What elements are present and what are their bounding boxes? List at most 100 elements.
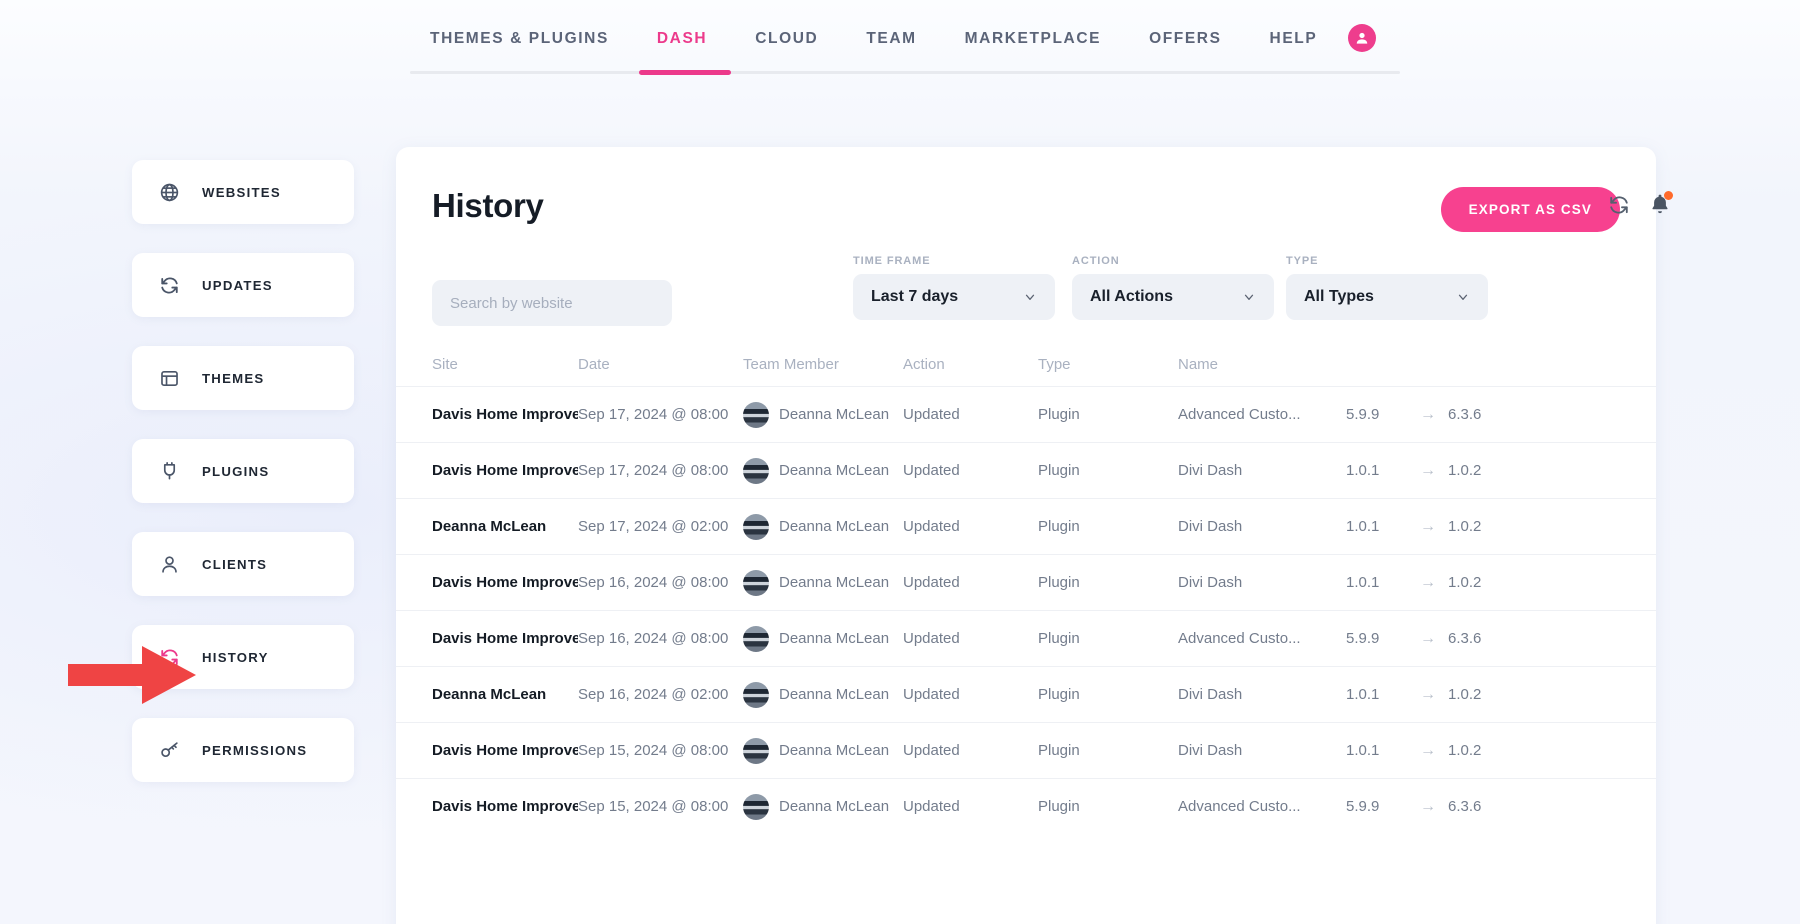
- notification-badge: [1664, 191, 1673, 200]
- table-cell-version-arrow: →: [1408, 686, 1448, 704]
- refresh-icon[interactable]: [1608, 194, 1630, 221]
- table-row[interactable]: Davis Home Improvem...Sep 17, 2024 @ 08:…: [396, 442, 1656, 498]
- table-cell-name: Advanced Custo...: [1178, 406, 1346, 423]
- table-cell-team-member: Deanna McLean: [743, 794, 903, 820]
- top-nav-divider: [410, 71, 1400, 74]
- table-cell-version-to: 1.0.2: [1448, 574, 1508, 591]
- table-cell-type: Plugin: [1038, 686, 1178, 703]
- table-cell-version-arrow: →: [1408, 574, 1448, 592]
- avatar: [743, 570, 769, 596]
- table-row[interactable]: Deanna McLeanSep 17, 2024 @ 02:00Deanna …: [396, 498, 1656, 554]
- plug-icon: [156, 461, 182, 482]
- table-row[interactable]: Davis Home Improvem...Sep 15, 2024 @ 08:…: [396, 722, 1656, 778]
- table-column-header: Team Member: [743, 356, 903, 373]
- table-row[interactable]: Davis Home Improvem...Sep 16, 2024 @ 08:…: [396, 610, 1656, 666]
- table-cell-team-member: Deanna McLean: [743, 514, 903, 540]
- table-column-header: Type: [1038, 356, 1178, 373]
- table-cell-site: Deanna McLean: [408, 686, 578, 703]
- table-cell-team-member: Deanna McLean: [743, 682, 903, 708]
- table-row[interactable]: Deanna McLeanSep 16, 2024 @ 02:00Deanna …: [396, 666, 1656, 722]
- avatar: [743, 626, 769, 652]
- team-member-name: Deanna McLean: [779, 630, 889, 647]
- sidebar-item-updates[interactable]: UPDATES: [132, 253, 354, 317]
- filter-type-select[interactable]: All Types: [1286, 274, 1488, 320]
- table-cell-version-from: 1.0.1: [1346, 574, 1408, 591]
- top-nav-item-themes-plugins[interactable]: THEMES & PLUGINS: [410, 30, 633, 48]
- table-cell-site: Davis Home Improvem...: [408, 742, 578, 759]
- table-cell-type: Plugin: [1038, 518, 1178, 535]
- utility-icon-row: [0, 95, 1800, 135]
- top-nav-item-marketplace[interactable]: MARKETPLACE: [941, 30, 1125, 48]
- table-cell-version-arrow: →: [1408, 406, 1448, 424]
- filter-type-value: All Types: [1304, 288, 1374, 306]
- table-cell-action: Updated: [903, 406, 1038, 423]
- table-row[interactable]: Davis Home Improvem...Sep 15, 2024 @ 08:…: [396, 778, 1656, 834]
- table-cell-version-from: 1.0.1: [1346, 742, 1408, 759]
- filter-action: ACTION All Actions: [1072, 255, 1274, 320]
- history-panel: History EXPORT AS CSV TIME FRAME Last 7 …: [396, 147, 1656, 924]
- sidebar-item-label: THEMES: [202, 371, 264, 386]
- top-nav-items: THEMES & PLUGINSDASHCLOUDTEAMMARKETPLACE…: [410, 0, 1341, 48]
- table-body: Davis Home Improvem...Sep 17, 2024 @ 08:…: [396, 386, 1656, 834]
- table-row[interactable]: Davis Home Improvem...Sep 17, 2024 @ 08:…: [396, 386, 1656, 442]
- table-cell-date: Sep 15, 2024 @ 08:00: [578, 798, 743, 815]
- table-cell-date: Sep 17, 2024 @ 08:00: [578, 462, 743, 479]
- bell-icon[interactable]: [1648, 192, 1672, 221]
- table-cell-team-member: Deanna McLean: [743, 458, 903, 484]
- top-navigation-bar: THEMES & PLUGINSDASHCLOUDTEAMMARKETPLACE…: [0, 0, 1800, 86]
- user-circle-icon[interactable]: [1348, 24, 1376, 52]
- table-row[interactable]: Davis Home Improvem...Sep 16, 2024 @ 08:…: [396, 554, 1656, 610]
- table-cell-date: Sep 16, 2024 @ 08:00: [578, 630, 743, 647]
- top-nav-item-team[interactable]: TEAM: [842, 30, 940, 48]
- table-cell-date: Sep 16, 2024 @ 02:00: [578, 686, 743, 703]
- filter-type-label: TYPE: [1286, 255, 1488, 267]
- table-cell-type: Plugin: [1038, 630, 1178, 647]
- top-nav-item-offers[interactable]: OFFERS: [1125, 30, 1245, 48]
- chevron-down-icon: [1023, 290, 1037, 304]
- avatar: [743, 794, 769, 820]
- filter-action-select[interactable]: All Actions: [1072, 274, 1274, 320]
- sidebar-item-websites[interactable]: WEBSITES: [132, 160, 354, 224]
- table-cell-type: Plugin: [1038, 798, 1178, 815]
- avatar: [743, 458, 769, 484]
- table-cell-version-to: 1.0.2: [1448, 742, 1508, 759]
- page-title: History: [432, 187, 544, 225]
- table-cell-type: Plugin: [1038, 462, 1178, 479]
- top-nav-active-indicator: [639, 70, 731, 75]
- top-nav-item-help[interactable]: HELP: [1246, 30, 1342, 48]
- table-cell-version-to: 6.3.6: [1448, 406, 1508, 423]
- table-cell-action: Updated: [903, 518, 1038, 535]
- table-cell-version-to: 1.0.2: [1448, 518, 1508, 535]
- sidebar-item-clients[interactable]: CLIENTS: [132, 532, 354, 596]
- team-member-name: Deanna McLean: [779, 798, 889, 815]
- avatar: [743, 514, 769, 540]
- sidebar-item-plugins[interactable]: PLUGINS: [132, 439, 354, 503]
- team-member-name: Deanna McLean: [779, 574, 889, 591]
- table-cell-type: Plugin: [1038, 742, 1178, 759]
- table-cell-action: Updated: [903, 574, 1038, 591]
- table-cell-date: Sep 17, 2024 @ 08:00: [578, 406, 743, 423]
- filter-type: TYPE All Types: [1286, 255, 1488, 320]
- table-column-header: Action: [903, 356, 1038, 373]
- table-cell-action: Updated: [903, 686, 1038, 703]
- table-header-row: SiteDateTeam MemberActionTypeName: [396, 342, 1656, 386]
- table-cell-team-member: Deanna McLean: [743, 738, 903, 764]
- table-cell-version-from: 1.0.1: [1346, 518, 1408, 535]
- sidebar-item-label: UPDATES: [202, 278, 273, 293]
- table-cell-site: Davis Home Improvem...: [408, 462, 578, 479]
- search-input[interactable]: [432, 280, 672, 326]
- table-cell-name: Divi Dash: [1178, 462, 1346, 479]
- chevron-down-icon: [1242, 290, 1256, 304]
- table-cell-date: Sep 17, 2024 @ 02:00: [578, 518, 743, 535]
- top-nav-item-dash[interactable]: DASH: [633, 30, 731, 48]
- sidebar-item-themes[interactable]: THEMES: [132, 346, 354, 410]
- sidebar-item-label: PERMISSIONS: [202, 743, 307, 758]
- filter-time-frame-select[interactable]: Last 7 days: [853, 274, 1055, 320]
- sidebar-item-history[interactable]: HISTORY: [132, 625, 354, 689]
- export-as-csv-button[interactable]: EXPORT AS CSV: [1441, 187, 1620, 232]
- top-nav-item-cloud[interactable]: CLOUD: [731, 30, 842, 48]
- table-cell-date: Sep 15, 2024 @ 08:00: [578, 742, 743, 759]
- table-cell-name: Divi Dash: [1178, 686, 1346, 703]
- filter-action-value: All Actions: [1090, 288, 1173, 306]
- sidebar-item-permissions[interactable]: PERMISSIONS: [132, 718, 354, 782]
